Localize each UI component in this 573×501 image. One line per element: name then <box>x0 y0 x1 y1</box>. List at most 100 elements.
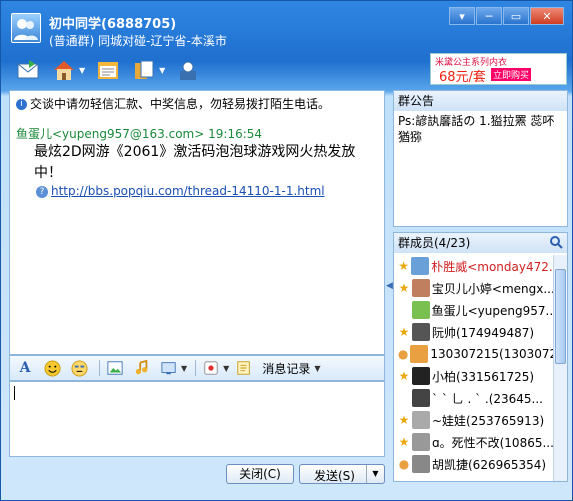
member-name: 130307215(1303072... <box>430 347 554 361</box>
member-avatar[interactable] <box>412 411 430 429</box>
security-notice: i 交谈中请勿轻信汇款、中奖信息，勿轻易拨打陌生电话。 <box>16 95 330 112</box>
info-icon: i <box>16 99 27 110</box>
share-icon[interactable] <box>129 56 159 84</box>
screenshot-dropdown-icon[interactable]: ▼ <box>181 364 187 373</box>
member-row[interactable]: ★ 宝贝儿小婷<mengx... <box>394 277 554 299</box>
member-avatar[interactable] <box>412 367 430 385</box>
home-dropdown-icon[interactable]: ▼ <box>79 66 85 75</box>
send-button[interactable]: 发送(S) ▼ <box>299 464 385 484</box>
announcement-header: 群公告 <box>394 91 567 111</box>
message-header: 鱼蛋儿<yupeng957@163.com> 19:16:54 <box>16 125 262 142</box>
calendar-icon[interactable] <box>93 56 123 84</box>
admin-star-icon: ★ <box>398 325 410 339</box>
close-window-button[interactable]: ✕ <box>530 7 564 25</box>
member-user-icon: ● <box>397 347 409 361</box>
group-avatar[interactable] <box>11 13 41 43</box>
menu-down-icon[interactable]: ▾ <box>449 7 475 25</box>
member-row[interactable]: ★ 阮帅(174949487) <box>394 321 554 343</box>
member-avatar[interactable] <box>411 279 430 297</box>
home-icon[interactable] <box>49 56 79 84</box>
share-dropdown-icon[interactable]: ▼ <box>159 66 165 75</box>
format-toolbar: A ▼ ▼ 消息记录 ▼ <box>9 355 385 381</box>
mail-icon[interactable] <box>13 56 43 84</box>
send-options-icon[interactable]: ▼ <box>366 465 384 483</box>
member-name: 朴胜威<monday472... <box>431 259 554 274</box>
toolbar-divider <box>99 360 100 376</box>
close-button[interactable]: 关闭(C) <box>226 464 294 484</box>
more-dropdown-icon[interactable]: ▼ <box>223 364 229 373</box>
member-avatar[interactable] <box>412 433 430 451</box>
notice-text: 交谈中请勿轻信汇款、中奖信息，勿轻易拨打陌生电话。 <box>30 97 331 111</box>
admin-star-icon: ★ <box>398 259 409 273</box>
search-icon[interactable] <box>549 235 563 249</box>
link-icon: ? <box>36 185 48 198</box>
member-row[interactable]: ★ ɑ。死性不改(10865... <box>394 431 554 453</box>
member-name: 鱼蛋儿<yupeng957... <box>431 303 554 318</box>
admin-star-icon: ★ <box>398 435 410 449</box>
title-bar[interactable]: 初中同学(6888705) (普通群) 同城对碰-辽宁省-本溪市 ▾ ─ ▭ ✕ <box>1 1 572 51</box>
member-row[interactable]: ` ` 乚 . ` .(23645... <box>394 387 554 409</box>
group-subtitle: (普通群) 同城对碰-辽宁省-本溪市 <box>49 34 227 48</box>
history-icon[interactable] <box>233 358 255 378</box>
admin-star-icon: ★ <box>398 369 410 383</box>
image-icon[interactable] <box>104 358 126 378</box>
member-name: 小柏(331561725) <box>432 369 535 384</box>
message-area[interactable]: i 交谈中请勿轻信汇款、中奖信息，勿轻易拨打陌生电话。 鱼蛋儿<yupeng957… <box>9 90 385 355</box>
message-link-text[interactable]: http://bbs.popqiu.com/thread-14110-1-1.h… <box>51 184 325 198</box>
member-row[interactable]: 鱼蛋儿<yupeng957... <box>394 299 554 321</box>
member-scrollbar[interactable] <box>553 255 567 481</box>
message-sender[interactable]: 鱼蛋儿<yupeng957@163.com> <box>16 127 204 141</box>
member-header: 群成员(4/23) <box>394 233 567 253</box>
chat-window: 初中同学(6888705) (普通群) 同城对碰-辽宁省-本溪市 ▾ ─ ▭ ✕… <box>0 0 573 501</box>
member-row[interactable]: ● 130307215(1303072... <box>394 343 554 365</box>
scrollbar-thumb[interactable] <box>555 269 566 364</box>
member-name: ɑ。死性不改(10865... <box>432 435 554 450</box>
text-caret <box>14 386 15 400</box>
message-input[interactable] <box>9 381 385 457</box>
member-row[interactable]: ★ 朴胜威<monday472... <box>394 255 554 277</box>
ad-cta[interactable]: 立即购买 <box>491 68 532 81</box>
magic-emoticon-icon[interactable] <box>68 358 90 378</box>
message-time: 19:16:54 <box>208 127 263 141</box>
announcement-panel: 群公告 Ps:諺訙黁話の 1.獈拉罴 蕊吥猶猕 <box>393 90 568 227</box>
member-name: 宝贝儿小婷<mengx... <box>431 281 554 296</box>
maximize-button[interactable]: ▭ <box>503 7 529 25</box>
shake-icon[interactable] <box>200 358 222 378</box>
announcement-text: Ps:諺訙黁話の 1.獈拉罴 蕊吥猶猕 <box>398 114 555 144</box>
send-label[interactable]: 发送(S) <box>314 467 355 484</box>
no-role-icon <box>396 302 412 318</box>
member-avatar[interactable] <box>412 323 430 341</box>
main-toolbar: ▼ ▼ <box>13 55 209 85</box>
music-icon[interactable] <box>131 358 153 378</box>
screenshot-icon[interactable] <box>158 358 180 378</box>
member-name: 胡凯捷(626965354) <box>432 457 547 472</box>
member-name: ~娃娃(253765913) <box>432 413 545 428</box>
no-role-icon <box>396 390 412 406</box>
member-avatar[interactable] <box>412 455 430 473</box>
message-link[interactable]: ? http://bbs.popqiu.com/thread-14110-1-1.… <box>36 184 325 198</box>
message-text: 最炫2D网游《2061》激活码泡泡球游戏网火热发放中！ <box>34 144 356 181</box>
member-avatar[interactable] <box>412 389 430 407</box>
member-row[interactable]: ★ ~娃娃(253765913) <box>394 409 554 431</box>
minimize-button[interactable]: ─ <box>476 7 502 25</box>
member-avatar[interactable] <box>410 345 429 363</box>
font-icon[interactable]: A <box>14 358 36 378</box>
admin-star-icon: ★ <box>398 281 410 295</box>
admin-star-icon: ★ <box>398 413 410 427</box>
advertisement-banner[interactable]: 米黛公主系列内衣 68元/套 立即购买 <box>430 53 567 85</box>
tools-icon[interactable] <box>173 56 203 84</box>
member-row[interactable]: ● 胡凯捷(626965354) <box>394 453 554 475</box>
member-row[interactable]: ★ 小柏(331561725) <box>394 365 554 387</box>
collapse-arrow-icon[interactable]: ◀ <box>386 281 393 291</box>
history-dropdown-icon[interactable]: ▼ <box>314 364 320 373</box>
member-avatar[interactable] <box>411 257 430 275</box>
member-panel: 群成员(4/23) ★ 朴胜威<monday472... ★ 宝贝儿小婷<mengx.… <box>393 232 568 482</box>
toolbar-divider <box>195 360 197 376</box>
history-label[interactable]: 消息记录 <box>262 360 310 377</box>
member-user-icon: ● <box>398 457 410 471</box>
member-list: ★ 朴胜威<monday472... ★ 宝贝儿小婷<mengx... 鱼蛋儿<yupe… <box>394 255 554 475</box>
member-avatar[interactable] <box>411 301 430 319</box>
emoticon-icon[interactable] <box>41 358 63 378</box>
group-title: 初中同学(6888705) <box>49 17 177 32</box>
member-count: 群成员(4/23) <box>398 236 471 250</box>
